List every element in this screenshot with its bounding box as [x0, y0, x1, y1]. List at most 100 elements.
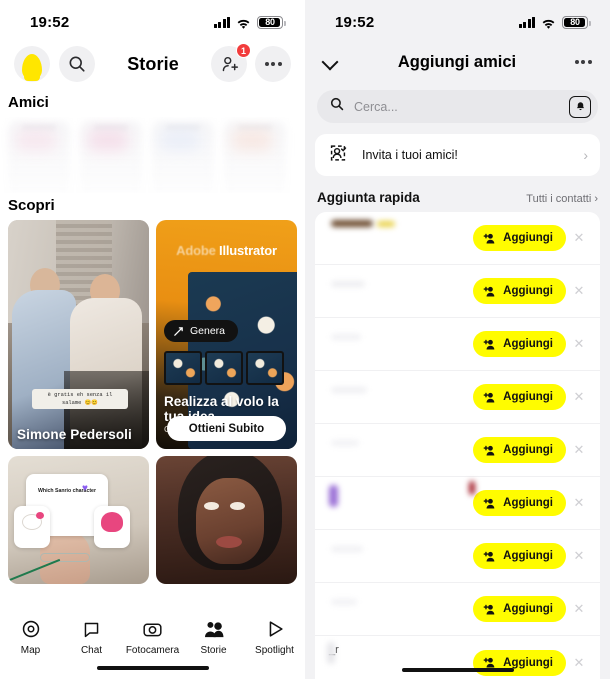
contact-name-redacted: [327, 371, 473, 423]
tab-stories[interactable]: Storie: [186, 618, 242, 656]
add-person-icon: [483, 339, 495, 350]
tab-spotlight[interactable]: Spotlight: [247, 618, 303, 656]
tab-chat[interactable]: Chat: [64, 618, 120, 656]
quick-add-title: Aggiunta rapida: [317, 190, 420, 205]
add-button[interactable]: Aggiungi: [473, 437, 566, 463]
add-person-icon: [483, 233, 495, 244]
card-row-2: ♥ Which Sanrio character: [4, 456, 301, 584]
add-friend-icon[interactable]: 1: [211, 43, 251, 82]
add-person-icon: [483, 286, 495, 297]
tab-camera[interactable]: Fotocamera: [125, 618, 181, 656]
add-button[interactable]: Aggiungi: [473, 543, 566, 569]
generate-button[interactable]: Genera: [164, 320, 239, 342]
quick-add-header: Aggiunta rapida Tutti i contatti ›: [317, 190, 598, 205]
left-screen-stories: 19:52 80 Storie 1 Amici Scopri è gratis …: [0, 0, 305, 679]
contact-name-redacted: [327, 583, 473, 635]
chat-bubble-icon: [82, 618, 101, 640]
close-icon[interactable]: ✕: [566, 442, 592, 458]
tab-map[interactable]: Map: [3, 618, 59, 656]
ad-logo: Adobe Illustrator: [176, 243, 277, 258]
battery-icon: 80: [257, 15, 286, 29]
add-button[interactable]: Aggiungi: [473, 278, 566, 304]
add-button[interactable]: Aggiungi: [473, 596, 566, 622]
add-button[interactable]: Aggiungi: [473, 384, 566, 410]
quick-add-list: Aggiungi ✕ Aggiungi ✕ Aggiungi ✕ Aggiung…: [315, 212, 600, 679]
melody-sticker: [94, 506, 130, 548]
status-clock: 19:52: [335, 13, 375, 31]
heart-icon: ♥: [82, 483, 88, 494]
more-options-icon[interactable]: [574, 60, 592, 64]
contact-name-redacted: [327, 424, 473, 476]
ad-cta-button[interactable]: Ottieni Subito: [167, 416, 286, 441]
close-icon[interactable]: ✕: [566, 548, 592, 564]
list-item[interactable]: Aggiungi ✕: [315, 583, 600, 636]
home-indicator: [401, 667, 514, 672]
status-icons: 80: [518, 15, 591, 29]
story-caption: è gratis eh senza il salame 😊😊: [32, 388, 128, 409]
contact-name-redacted: [327, 530, 473, 582]
bitmoji-avatar[interactable]: [14, 46, 50, 82]
add-person-icon: [483, 551, 495, 562]
close-icon[interactable]: ✕: [566, 601, 592, 617]
list-item[interactable]: Aggiungi ✕: [315, 212, 600, 265]
list-item[interactable]: Aggiungi ✕: [315, 371, 600, 424]
section-title-discover: Scopri: [8, 197, 55, 214]
list-item[interactable]: Aggiungi ✕: [315, 424, 600, 477]
add-person-icon: [483, 392, 495, 403]
list-item[interactable]: _r Aggiungi ✕: [315, 636, 600, 679]
add-button[interactable]: Aggiungi: [473, 490, 566, 516]
search-icon[interactable]: [59, 46, 95, 82]
sponsored-ad-card[interactable]: Adobe Illustrator Genera Realizza al vol…: [156, 220, 297, 449]
close-icon[interactable]: ✕: [566, 336, 592, 352]
close-icon[interactable]: ✕: [566, 230, 592, 246]
home-indicator: [96, 665, 209, 670]
status-bar-left: 19:52 80: [0, 0, 305, 38]
bell-notification-icon[interactable]: [569, 95, 591, 118]
add-friend-badge: 1: [236, 43, 251, 58]
friends-story-strip[interactable]: [0, 117, 305, 193]
ad-thumbnail-strip[interactable]: [164, 351, 284, 385]
close-icon[interactable]: ✕: [566, 283, 592, 299]
kitty-sticker: [14, 506, 50, 548]
list-item[interactable]: Aggiungi ✕: [315, 530, 600, 583]
all-contacts-link[interactable]: Tutti i contatti ›: [526, 193, 598, 205]
chevron-down-icon[interactable]: [323, 54, 339, 70]
close-icon[interactable]: ✕: [566, 655, 592, 671]
search-input[interactable]: Cerca...: [317, 90, 598, 123]
battery-icon: 80: [562, 15, 591, 29]
search-placeholder: Cerca...: [354, 99, 398, 114]
wifi-icon: [541, 17, 556, 29]
story-card-portrait[interactable]: [156, 456, 297, 584]
contact-name-redacted: [327, 477, 475, 529]
story-card-simone[interactable]: è gratis eh senza il salame 😊😊 Simone Pe…: [8, 220, 149, 449]
invite-friends-row[interactable]: Invita i tuoi amici! ›: [315, 134, 600, 176]
list-item[interactable]: Aggiungi ✕: [315, 318, 600, 371]
bottom-tab-bar: Map Chat Fotocamera Storie Spotlight: [0, 607, 305, 679]
invite-friends-label: Invita i tuoi amici!: [362, 148, 458, 162]
contact-name-redacted: [327, 265, 473, 317]
play-triangle-icon: [265, 618, 285, 640]
right-screen-add-friends: 19:52 80 Aggiungi amici Cerca... Invita …: [305, 0, 610, 679]
list-item[interactable]: Aggiungi ✕: [315, 477, 600, 530]
list-item[interactable]: Aggiungi ✕: [315, 265, 600, 318]
signal-bars-icon: [213, 16, 230, 28]
map-pin-icon: [21, 618, 41, 640]
add-button[interactable]: Aggiungi: [473, 331, 566, 357]
contact-name-partial: _r: [327, 636, 473, 679]
status-bar-right: 19:52 80: [305, 0, 610, 38]
header-right-group: 1: [211, 43, 291, 82]
dual-screenshot-container: 19:52 80 Storie 1 Amici Scopri è gratis …: [0, 0, 610, 679]
stories-header: Storie 1: [0, 38, 305, 90]
more-options-icon[interactable]: [255, 46, 291, 82]
card-row-1: è gratis eh senza il salame 😊😊 Simone Pe…: [4, 220, 301, 449]
add-button[interactable]: Aggiungi: [473, 225, 566, 251]
contact-name-redacted: [327, 318, 473, 370]
stories-people-icon: [203, 618, 225, 640]
close-icon[interactable]: ✕: [566, 495, 592, 511]
status-icons: 80: [213, 15, 286, 29]
chevron-right-icon: ›: [583, 147, 588, 163]
status-clock: 19:52: [30, 13, 70, 31]
story-card-sanrio-poll[interactable]: ♥ Which Sanrio character: [8, 456, 149, 584]
wifi-icon: [236, 17, 251, 29]
close-icon[interactable]: ✕: [566, 389, 592, 405]
